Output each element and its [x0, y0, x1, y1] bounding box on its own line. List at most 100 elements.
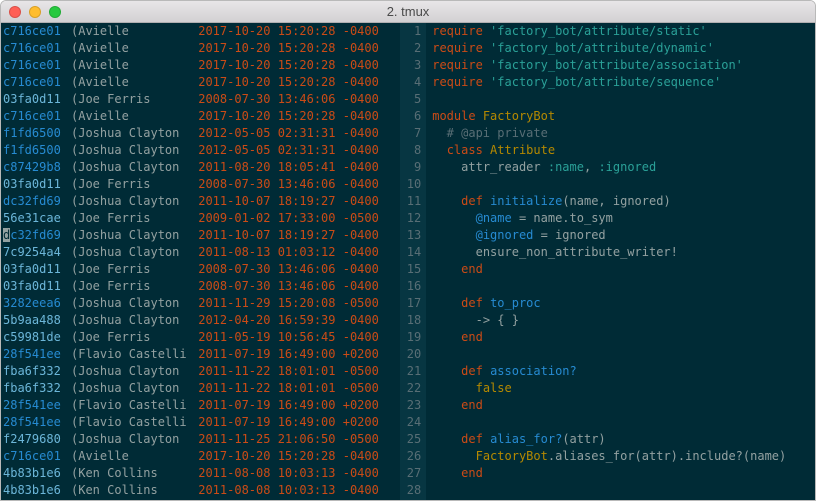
commit-date: 2011-11-25 21:06:50 -0500 — [198, 431, 400, 448]
paren-open: ( — [71, 397, 78, 414]
paren-open: ( — [71, 193, 78, 210]
commit-author: Joe Ferris — [78, 176, 198, 193]
code-line: def to_proc — [432, 295, 786, 312]
commit-hash: f1fd6500 — [3, 125, 71, 142]
git-blame-column: c716ce01(Avielle2017-10-20 15:20:28 -040… — [1, 23, 400, 501]
code-line: module FactoryBot — [432, 108, 786, 125]
commit-date: 2009-01-02 17:33:00 -0500 — [198, 210, 400, 227]
blame-row: 28f541ee(Flavio Castelli2011-07-19 16:49… — [3, 414, 400, 431]
line-number: 24 — [400, 414, 421, 431]
blame-row: 4b83b1e6(Ken Collins2011-08-08 10:03:13 … — [3, 482, 400, 499]
paren-open: ( — [71, 74, 78, 91]
commit-date: 2011-10-07 18:19:27 -0400 — [198, 193, 400, 210]
line-number: 3 — [400, 57, 421, 74]
code-line — [432, 346, 786, 363]
code-line: end — [432, 329, 786, 346]
commit-author: Joshua Clayton — [78, 159, 198, 176]
commit-hash: 03fa0d11 — [3, 91, 71, 108]
paren-open: ( — [71, 40, 78, 57]
titlebar[interactable]: 2. tmux — [1, 1, 815, 23]
code-line — [432, 176, 786, 193]
code-line: require 'factory_bot/attribute/dynamic' — [432, 40, 786, 57]
paren-open: ( — [71, 244, 78, 261]
line-number: 17 — [400, 295, 421, 312]
paren-open: ( — [71, 448, 78, 465]
commit-hash: f2479680 — [3, 431, 71, 448]
terminal-window: 2. tmux c716ce01(Avielle2017-10-20 15:20… — [0, 0, 816, 501]
code-line: -> { } — [432, 312, 786, 329]
commit-author: Flavio Castelli — [78, 397, 198, 414]
paren-open: ( — [71, 159, 78, 176]
commit-hash: c87429b8 — [3, 159, 71, 176]
commit-hash: fba6f332 — [3, 363, 71, 380]
paren-open: ( — [71, 346, 78, 363]
commit-date: 2011-07-19 16:49:00 +0200 — [198, 414, 400, 431]
commit-author: Ken Collins — [78, 482, 198, 499]
paren-open: ( — [71, 108, 78, 125]
paren-open: ( — [71, 431, 78, 448]
paren-open: ( — [71, 380, 78, 397]
commit-author: Joshua Clayton — [78, 380, 198, 397]
code-line: false — [432, 380, 786, 397]
commit-hash: dc32fd69 — [3, 193, 71, 210]
blame-row: f1fd6500(Joshua Clayton2012-05-05 02:31:… — [3, 142, 400, 159]
commit-author: Joe Ferris — [78, 91, 198, 108]
commit-author: Avielle — [78, 448, 198, 465]
paren-open: ( — [71, 329, 78, 346]
code-line: end — [432, 465, 786, 482]
commit-date: 2008-07-30 13:46:06 -0400 — [198, 278, 400, 295]
commit-date: 2011-08-20 18:05:41 -0400 — [198, 159, 400, 176]
terminal-viewport[interactable]: c716ce01(Avielle2017-10-20 15:20:28 -040… — [1, 23, 815, 501]
code-line — [432, 482, 786, 499]
code-line — [432, 91, 786, 108]
line-number: 23 — [400, 397, 421, 414]
window-title: 2. tmux — [1, 4, 815, 19]
commit-hash: 03fa0d11 — [3, 176, 71, 193]
line-number: 12 — [400, 210, 421, 227]
commit-hash: 28f541ee — [3, 397, 71, 414]
blame-row: 3282eea6(Joshua Clayton2011-11-29 15:20:… — [3, 295, 400, 312]
line-number: 5 — [400, 91, 421, 108]
commit-author: Joe Ferris — [78, 210, 198, 227]
commit-date: 2011-07-19 16:49:00 +0200 — [198, 397, 400, 414]
commit-hash: 4b83b1e6 — [3, 465, 71, 482]
commit-hash: 5b9aa488 — [3, 312, 71, 329]
commit-hash: 03fa0d11 — [3, 261, 71, 278]
commit-date: 2017-10-20 15:20:28 -0400 — [198, 74, 400, 91]
line-number: 2 — [400, 40, 421, 57]
paren-open: ( — [71, 465, 78, 482]
commit-author: Flavio Castelli — [78, 414, 198, 431]
blame-row: fba6f332(Joshua Clayton2011-11-22 18:01:… — [3, 363, 400, 380]
blame-row: f2479680(Joshua Clayton2011-11-25 21:06:… — [3, 431, 400, 448]
commit-date: 2017-10-20 15:20:28 -0400 — [198, 448, 400, 465]
commit-date: 2008-07-30 13:46:06 -0400 — [198, 261, 400, 278]
blame-row: f1fd6500(Joshua Clayton2012-05-05 02:31:… — [3, 125, 400, 142]
paren-open: ( — [71, 125, 78, 142]
commit-author: Joe Ferris — [78, 329, 198, 346]
commit-hash: 4b83b1e6 — [3, 482, 71, 499]
commit-hash: c716ce01 — [3, 40, 71, 57]
blame-row: c716ce01(Avielle2017-10-20 15:20:28 -040… — [3, 74, 400, 91]
line-number-gutter: 1234567891011121314151617181920212223242… — [400, 23, 426, 501]
code-line: def initialize(name, ignored) — [432, 193, 786, 210]
commit-hash: 28f541ee — [3, 346, 71, 363]
line-number: 21 — [400, 363, 421, 380]
code-line: attr_reader :name, :ignored — [432, 159, 786, 176]
commit-author: Flavio Castelli — [78, 346, 198, 363]
commit-date: 2017-10-20 15:20:28 -0400 — [198, 57, 400, 74]
commit-date: 2017-10-20 15:20:28 -0400 — [198, 23, 400, 40]
line-number: 11 — [400, 193, 421, 210]
blame-row: dc32fd69(Joshua Clayton2011-10-07 18:19:… — [3, 227, 400, 244]
blame-row: 28f541ee(Flavio Castelli2011-07-19 16:49… — [3, 397, 400, 414]
code-line: # @api private — [432, 125, 786, 142]
code-line: require 'factory_bot/attribute/associati… — [432, 57, 786, 74]
code-line: require 'factory_bot/attribute/sequence' — [432, 74, 786, 91]
commit-author: Joshua Clayton — [78, 227, 198, 244]
commit-hash: 3282eea6 — [3, 295, 71, 312]
line-number: 7 — [400, 125, 421, 142]
commit-hash: c59981de — [3, 329, 71, 346]
paren-open: ( — [71, 363, 78, 380]
commit-date: 2011-10-07 18:19:27 -0400 — [198, 227, 400, 244]
commit-date: 2017-10-20 15:20:28 -0400 — [198, 40, 400, 57]
code-line: @name = name.to_sym — [432, 210, 786, 227]
